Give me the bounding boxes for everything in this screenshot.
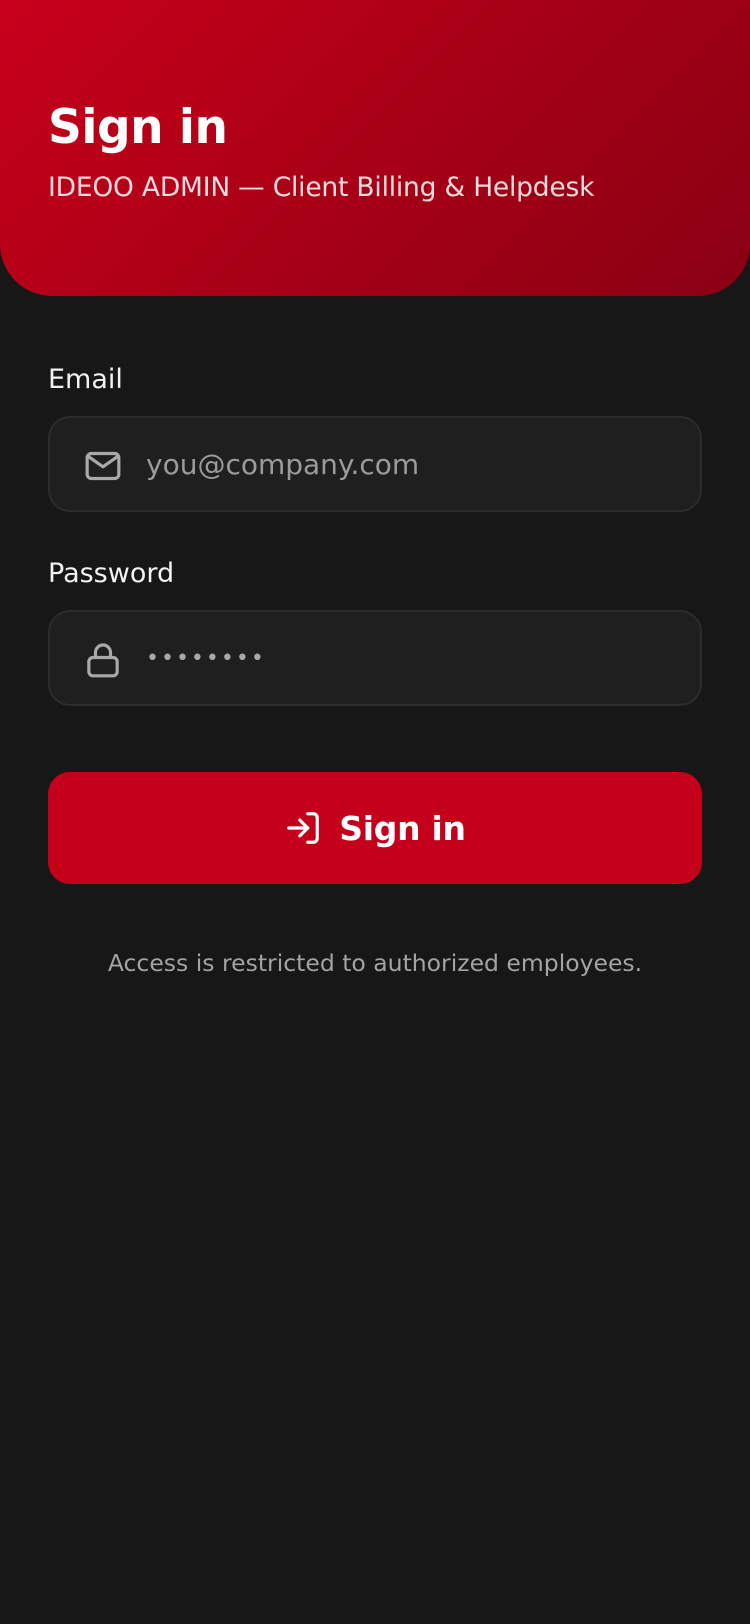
header-banner: Sign in IDEOO ADMIN — Client Billing & H… bbox=[0, 0, 750, 296]
page-subtitle: IDEOO ADMIN — Client Billing & Helpdesk bbox=[48, 172, 595, 203]
access-notice: Access is restricted to authorized emplo… bbox=[107, 949, 643, 977]
password-label: Password bbox=[48, 558, 175, 589]
mail-icon bbox=[85, 451, 121, 481]
email-input[interactable] bbox=[146, 418, 676, 510]
page-title: Sign in bbox=[48, 100, 228, 155]
lock-icon bbox=[87, 643, 119, 678]
password-field[interactable] bbox=[48, 610, 702, 706]
password-input[interactable] bbox=[146, 612, 676, 704]
sign-in-button-label: Sign in bbox=[339, 808, 466, 848]
sign-in-button[interactable]: Sign in bbox=[48, 772, 702, 884]
email-field[interactable] bbox=[48, 416, 702, 512]
sign-in-icon bbox=[287, 812, 320, 844]
email-label: Email bbox=[48, 364, 123, 395]
